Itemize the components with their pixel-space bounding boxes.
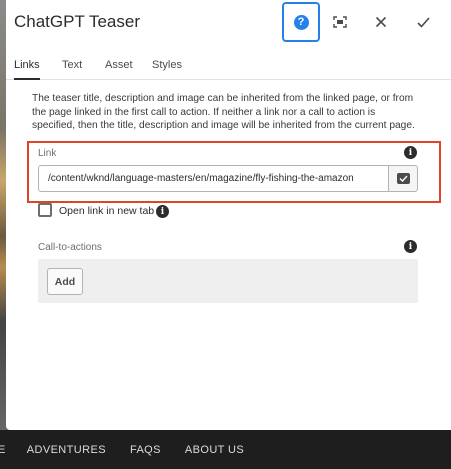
fullscreen-button[interactable]: [326, 8, 354, 36]
close-icon: [375, 16, 387, 28]
cta-multifield: [38, 259, 418, 303]
add-cta-button[interactable]: Add: [47, 268, 83, 295]
tab-bar: Links Text Asset Styles: [6, 50, 451, 80]
help-button[interactable]: ?: [282, 2, 320, 42]
nav-item-faqs[interactable]: FAQS: [130, 444, 161, 456]
dialog-title: ChatGPT Teaser: [14, 12, 140, 31]
close-button[interactable]: [367, 8, 395, 36]
fullscreen-icon: [333, 16, 347, 28]
nav-item-adventures[interactable]: ADVENTURES: [27, 444, 106, 456]
cta-label: Call-to-actions: [38, 242, 102, 253]
dialog-header: ChatGPT Teaser ?: [6, 0, 451, 44]
tab-text[interactable]: Text: [62, 59, 82, 71]
info-icon[interactable]: i: [156, 205, 169, 218]
info-icon[interactable]: i: [404, 240, 417, 253]
done-button[interactable]: [409, 8, 437, 36]
teaser-description-text: The teaser title, description and image …: [32, 93, 415, 131]
open-new-tab-checkbox[interactable]: [38, 203, 52, 217]
tab-links[interactable]: Links: [14, 59, 40, 71]
path-picker-icon: [396, 173, 410, 184]
help-icon: ?: [293, 14, 309, 30]
link-field-label: Link: [38, 148, 57, 159]
site-bottom-nav: E ADVENTURES FAQS ABOUT US: [0, 430, 451, 469]
tab-asset[interactable]: Asset: [105, 59, 133, 71]
info-icon[interactable]: i: [404, 146, 417, 159]
checkmark-icon: [416, 16, 430, 28]
active-tab-indicator: [14, 78, 40, 80]
path-picker-button[interactable]: [388, 165, 418, 192]
nav-item-clipped[interactable]: E: [0, 444, 6, 456]
tab-styles[interactable]: Styles: [152, 59, 182, 71]
nav-item-about-us[interactable]: ABOUT US: [185, 444, 244, 456]
open-new-tab-label[interactable]: Open link in new tab: [59, 205, 154, 217]
link-path-input[interactable]: /content/wknd/language-masters/en/magazi…: [38, 165, 389, 192]
